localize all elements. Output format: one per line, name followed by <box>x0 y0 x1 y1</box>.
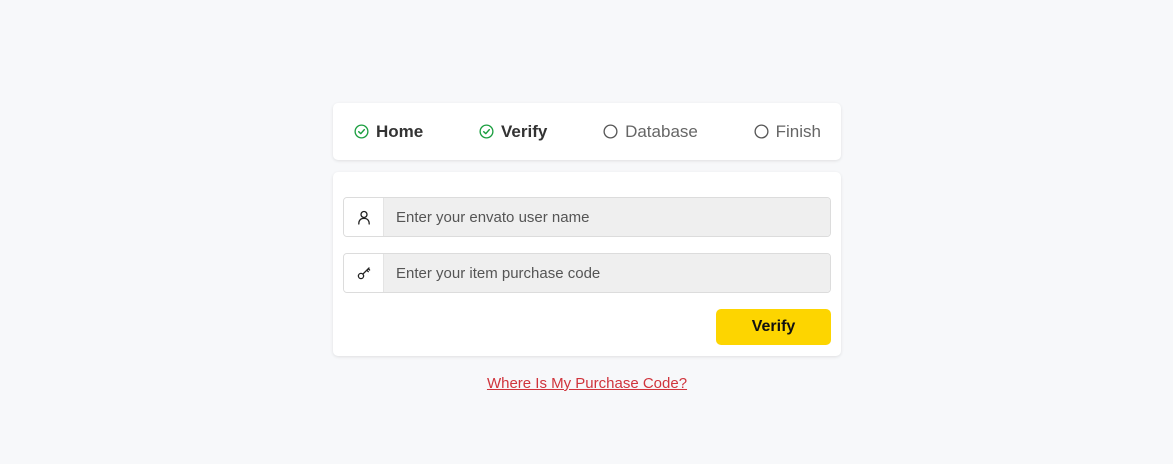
step-verify: Verify <box>479 122 547 142</box>
empty-circle-icon <box>603 124 618 139</box>
key-icon <box>344 254 384 292</box>
purchase-code-help-link[interactable]: Where Is My Purchase Code? <box>487 375 687 392</box>
username-input[interactable] <box>384 198 830 236</box>
installer-container: Home Verify Database Finish Enter your e… <box>333 103 841 393</box>
purchase-code-field-group <box>343 253 831 293</box>
step-label: Database <box>625 121 698 141</box>
step-home: Home <box>354 122 423 142</box>
verify-form: Verify <box>333 172 841 356</box>
purchase-code-input[interactable] <box>384 254 830 292</box>
step-label: Home <box>376 121 424 141</box>
step-database: Database <box>603 122 698 142</box>
step-finish: Finish <box>754 122 821 142</box>
help-link-row: Where Is My Purchase Code? <box>333 375 841 393</box>
verify-button[interactable]: Verify <box>716 309 831 345</box>
form-actions: Verify <box>343 309 831 345</box>
check-circle-icon <box>354 124 369 139</box>
step-label: Finish <box>775 121 821 141</box>
stepper: Home Verify Database Finish <box>333 103 841 160</box>
check-circle-icon <box>479 124 494 139</box>
step-label: Verify <box>501 121 548 141</box>
empty-circle-icon <box>754 124 769 139</box>
username-field-group <box>343 197 831 237</box>
user-icon <box>344 198 384 236</box>
